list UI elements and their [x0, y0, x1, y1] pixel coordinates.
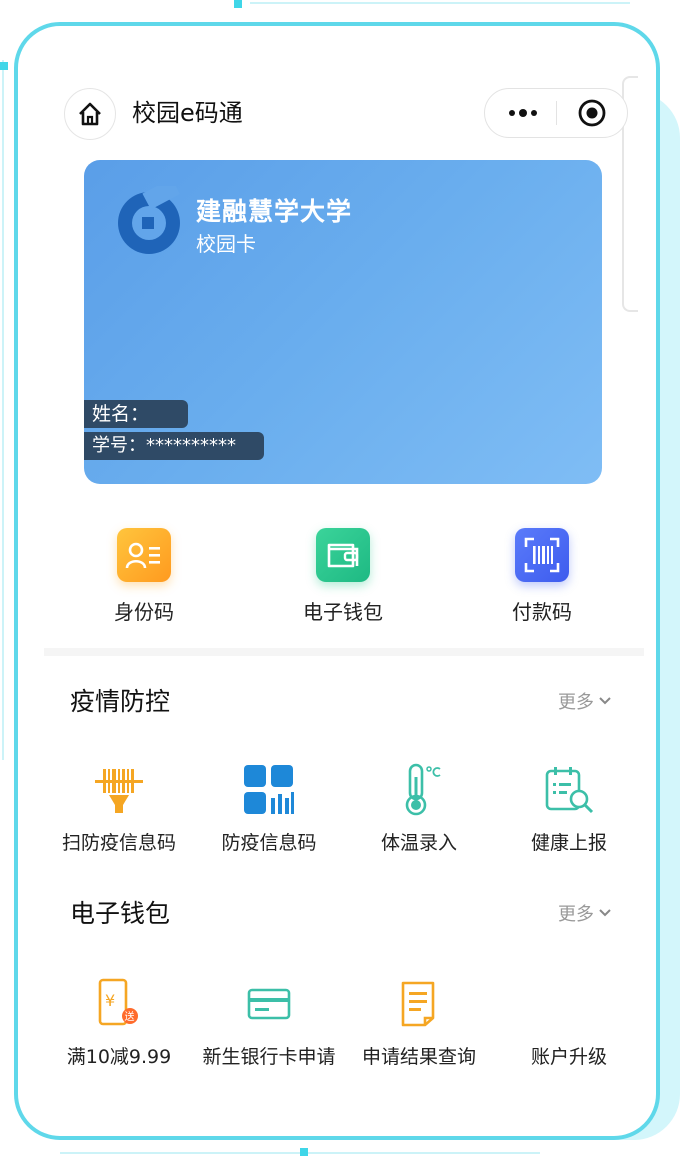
- empty-icon-slot: [541, 976, 597, 1032]
- quick-action-pay-code[interactable]: 付款码: [462, 528, 622, 625]
- scan-barcode-icon: [91, 762, 147, 818]
- grid-item-coupon[interactable]: ¥ 送 满10减9.99: [44, 976, 194, 1069]
- decorative-line: [250, 2, 630, 4]
- grid-item-label: 防疫信息码: [221, 832, 317, 854]
- grid-item-account-upgrade[interactable]: 账户升级: [494, 976, 644, 1069]
- grid-item-scan-code[interactable]: 扫防疫信息码: [44, 762, 194, 855]
- svg-text:¥: ¥: [105, 991, 115, 1010]
- more-dots-icon: [509, 109, 537, 117]
- campus-card[interactable]: 建融慧学大学 校园卡 姓名：AAA 学号：**********: [84, 160, 602, 484]
- more-button[interactable]: [505, 97, 541, 129]
- grid-item-label: 账户升级: [530, 1046, 607, 1068]
- student-id-tag: 学号：**********: [84, 432, 264, 460]
- chevron-down-icon: [599, 909, 611, 917]
- page-title: 校园e码通: [132, 99, 243, 127]
- more-link-label: 更多: [558, 692, 594, 713]
- grid-item-epidemic-code[interactable]: 防疫信息码: [194, 762, 344, 855]
- id-card-icon: [117, 528, 171, 582]
- quick-action-label: 付款码: [512, 600, 572, 624]
- capsule-divider: [556, 101, 557, 125]
- school-name: 建融慧学大学: [196, 197, 353, 226]
- grid-item-label: 体温录入: [380, 832, 457, 854]
- app-screen: 校园e码通 建融慧学大学 校园卡 姓名： 学号：********** 身份码 电…: [24, 32, 650, 1130]
- more-link-label: 更多: [558, 904, 594, 925]
- mini-program-capsule: [484, 88, 628, 138]
- grid-item-bank-card-apply[interactable]: 新生银行卡申请: [194, 976, 344, 1069]
- home-button[interactable]: [64, 88, 116, 140]
- grid-item-label: 新生银行卡申请: [202, 1046, 336, 1068]
- bank-logo-icon: [118, 186, 181, 254]
- grid-item-health-report[interactable]: 健康上报: [494, 762, 644, 855]
- grid-item-result-query[interactable]: 申请结果查询: [344, 976, 494, 1069]
- decorative-dot: [0, 62, 8, 70]
- barcode-scan-icon: [515, 528, 569, 582]
- quick-action-label: 电子钱包: [303, 600, 383, 624]
- decorative-line: [2, 60, 4, 760]
- grid-item-temperature[interactable]: 体温录入: [344, 762, 494, 855]
- section-title-wallet: 电子钱包: [70, 899, 171, 928]
- grid-item-label: 申请结果查询: [361, 1046, 476, 1068]
- bank-card-icon: [241, 976, 297, 1032]
- grid-code-icon: [241, 762, 297, 818]
- quick-action-label: 身份码: [114, 600, 174, 624]
- decorative-dot: [300, 1148, 308, 1156]
- document-icon: [391, 976, 447, 1032]
- decorative-dot: [234, 0, 242, 8]
- home-icon: [79, 102, 101, 126]
- grid-item-label: 扫防疫信息码: [61, 832, 176, 854]
- health-report-icon: [541, 762, 597, 818]
- thermometer-icon: [391, 762, 447, 818]
- section-title-epidemic: 疫情防控: [70, 687, 171, 716]
- more-link-wallet[interactable]: 更多: [558, 900, 612, 926]
- card-type: 校园卡: [196, 232, 256, 256]
- more-link-epidemic[interactable]: 更多: [558, 688, 612, 714]
- coupon-badge-text: 送: [125, 1010, 135, 1023]
- phone-frame: 校园e码通 建融慧学大学 校园卡 姓名： 学号：********** 身份码 电…: [14, 22, 660, 1140]
- student-name-tag: 姓名：AAA: [84, 400, 188, 453]
- close-button[interactable]: [577, 98, 607, 128]
- quick-action-wallet[interactable]: 电子钱包: [263, 528, 423, 625]
- quick-action-id-code[interactable]: 身份码: [64, 528, 224, 625]
- wallet-icon: [316, 528, 370, 582]
- phone-coupon-icon: ¥ 送: [91, 976, 147, 1032]
- section-divider: [44, 648, 644, 656]
- target-close-icon: [578, 99, 606, 127]
- grid-item-label: 健康上报: [530, 832, 607, 854]
- grid-item-label: 满10减9.99: [66, 1046, 172, 1068]
- chevron-down-icon: [599, 697, 611, 705]
